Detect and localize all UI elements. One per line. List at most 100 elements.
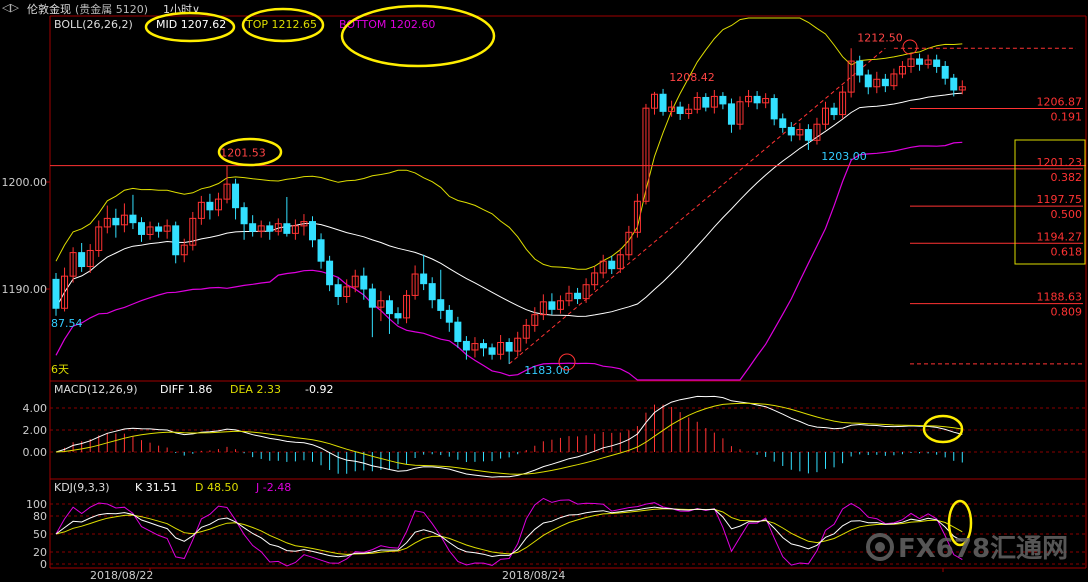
macd-tick-label: 4.00 <box>23 402 48 415</box>
candle-body <box>283 223 291 234</box>
kdj-j-label: J -2.48 <box>255 481 291 494</box>
candle-body <box>428 283 436 301</box>
macd-value: -0.92 <box>305 383 333 396</box>
candle-body <box>326 260 334 286</box>
candle-body <box>916 58 924 65</box>
watermark-text: FX678汇通网 <box>898 534 1068 564</box>
fib-ratio-label: 0.809 <box>1051 306 1083 319</box>
candle-body <box>719 95 727 105</box>
candle-body <box>480 343 487 349</box>
candle-body <box>505 342 513 352</box>
fib-price-label: 1197.75 <box>1037 193 1083 206</box>
price-annotation: 1212.50 <box>857 31 903 44</box>
kdj-indicator-label[interactable]: KDJ(9,3,3) <box>54 481 110 494</box>
candle-body <box>112 217 120 226</box>
candle-body <box>454 321 462 342</box>
candle-body <box>864 74 872 88</box>
boll-mid-label: MID 1207.62 <box>156 18 226 31</box>
price-annotation: 1208.42 <box>669 71 715 84</box>
x-date-label: 2018/08/22 <box>90 569 153 582</box>
chart-canvas[interactable]: 1206.87 0.191 1201.23 0.382 1197.75 0.500 1194… <box>0 0 1088 582</box>
fib-ratio-label: 0.618 <box>1051 245 1083 258</box>
candle-body <box>574 292 582 300</box>
candle-body <box>232 183 240 209</box>
macd-diff-value: 1.86 <box>188 383 213 396</box>
candle-body <box>240 207 248 225</box>
candle-body <box>548 301 556 310</box>
macd-dea-label: DEA 2.33 <box>230 383 281 396</box>
boll-mid-value: 1207.62 <box>181 18 227 31</box>
axis-labels: 1200.001190.004.002.000.001008050200 <box>2 176 48 571</box>
kdj-j-value: -2.48 <box>263 481 291 494</box>
kdj-d-value: 48.50 <box>207 481 239 494</box>
candle-body <box>659 93 667 112</box>
kdj-j-name: J <box>255 481 259 494</box>
kdj-tick-label: 50 <box>33 528 47 541</box>
macd-diff-label: DIFF 1.86 <box>160 383 212 396</box>
macd-plot <box>55 395 963 478</box>
fib-ratio-label: 0.500 <box>1051 208 1083 221</box>
candle-body <box>702 96 710 108</box>
candle-body <box>360 275 368 290</box>
candle-body <box>437 299 445 311</box>
candle-body <box>317 239 325 262</box>
macd-diff-line <box>55 395 963 478</box>
candle-body <box>206 201 214 211</box>
kdj-k-name: K <box>135 481 143 494</box>
macd-indicator-label[interactable]: MACD(12,26,9) <box>54 383 138 396</box>
kdj-plot <box>55 497 963 567</box>
price-annotation: 1183.00 <box>524 364 570 377</box>
boll-indicator-label[interactable]: BOLL(26,26,2) <box>54 18 133 31</box>
candle-body <box>155 226 163 232</box>
y-tick-label: 1190.00 <box>2 283 48 296</box>
fib-price-label: 1201.23 <box>1037 156 1083 169</box>
high-marker <box>902 39 918 55</box>
kdj-tick-label: 0 <box>40 558 47 571</box>
candle-body <box>420 273 428 285</box>
kdj-d-label: D 48.50 <box>195 481 238 494</box>
boll-mid-line <box>55 92 963 317</box>
candle-body <box>830 107 838 116</box>
candle-body <box>856 60 864 76</box>
candle-body <box>804 129 812 141</box>
macd-tick-label: 2.00 <box>23 424 48 437</box>
candle-body <box>334 284 342 297</box>
macd-dea-line <box>55 402 963 475</box>
fibonacci-lines: 1206.87 0.191 1201.23 0.382 1197.75 0.500 1194… <box>50 47 1086 365</box>
price-annotations: 1201.53 1208.42 1212.50 1203.00 1183.00 <box>220 31 918 377</box>
highlight-ellipse <box>340 4 496 68</box>
candle-body <box>266 225 274 232</box>
candle-body <box>770 98 778 120</box>
boll-mid-name: MID <box>156 18 177 31</box>
highlight-markers <box>144 4 973 547</box>
macd-tick-label: 0.00 <box>23 446 48 459</box>
kdj-k-line <box>55 506 963 558</box>
watermark-logo-dot <box>875 542 885 552</box>
candle-body <box>309 221 316 241</box>
candle-body <box>787 126 795 136</box>
candle-body <box>950 77 958 91</box>
candle-body <box>753 95 761 104</box>
boll-bottom-value: 1202.60 <box>390 18 436 31</box>
y-tick-label: 1200.00 <box>2 176 48 189</box>
candle-body <box>488 347 496 355</box>
candle-body <box>779 118 787 128</box>
kdj-tick-label: 80 <box>33 510 47 523</box>
candle-body <box>676 106 684 115</box>
boll-top-label: TOP 1212.65 <box>245 18 317 31</box>
price-annotation: 1203.00 <box>821 150 867 163</box>
candle-body <box>385 300 393 315</box>
candle-body <box>172 225 180 256</box>
fib-ratio-label: 0.382 <box>1051 171 1083 184</box>
candle-body <box>78 252 86 268</box>
candle-body <box>462 340 470 351</box>
candle-body <box>727 103 735 125</box>
macd-diff-name: DIFF <box>160 383 184 396</box>
price-annotation: 1201.53 <box>220 147 266 160</box>
boll-top-value: 1212.65 <box>272 18 318 31</box>
candle-body <box>608 260 616 270</box>
candle-body <box>881 78 889 87</box>
fib-price-label: 1206.87 <box>1037 95 1083 108</box>
candle-body <box>129 214 137 224</box>
candle-body <box>52 278 60 309</box>
